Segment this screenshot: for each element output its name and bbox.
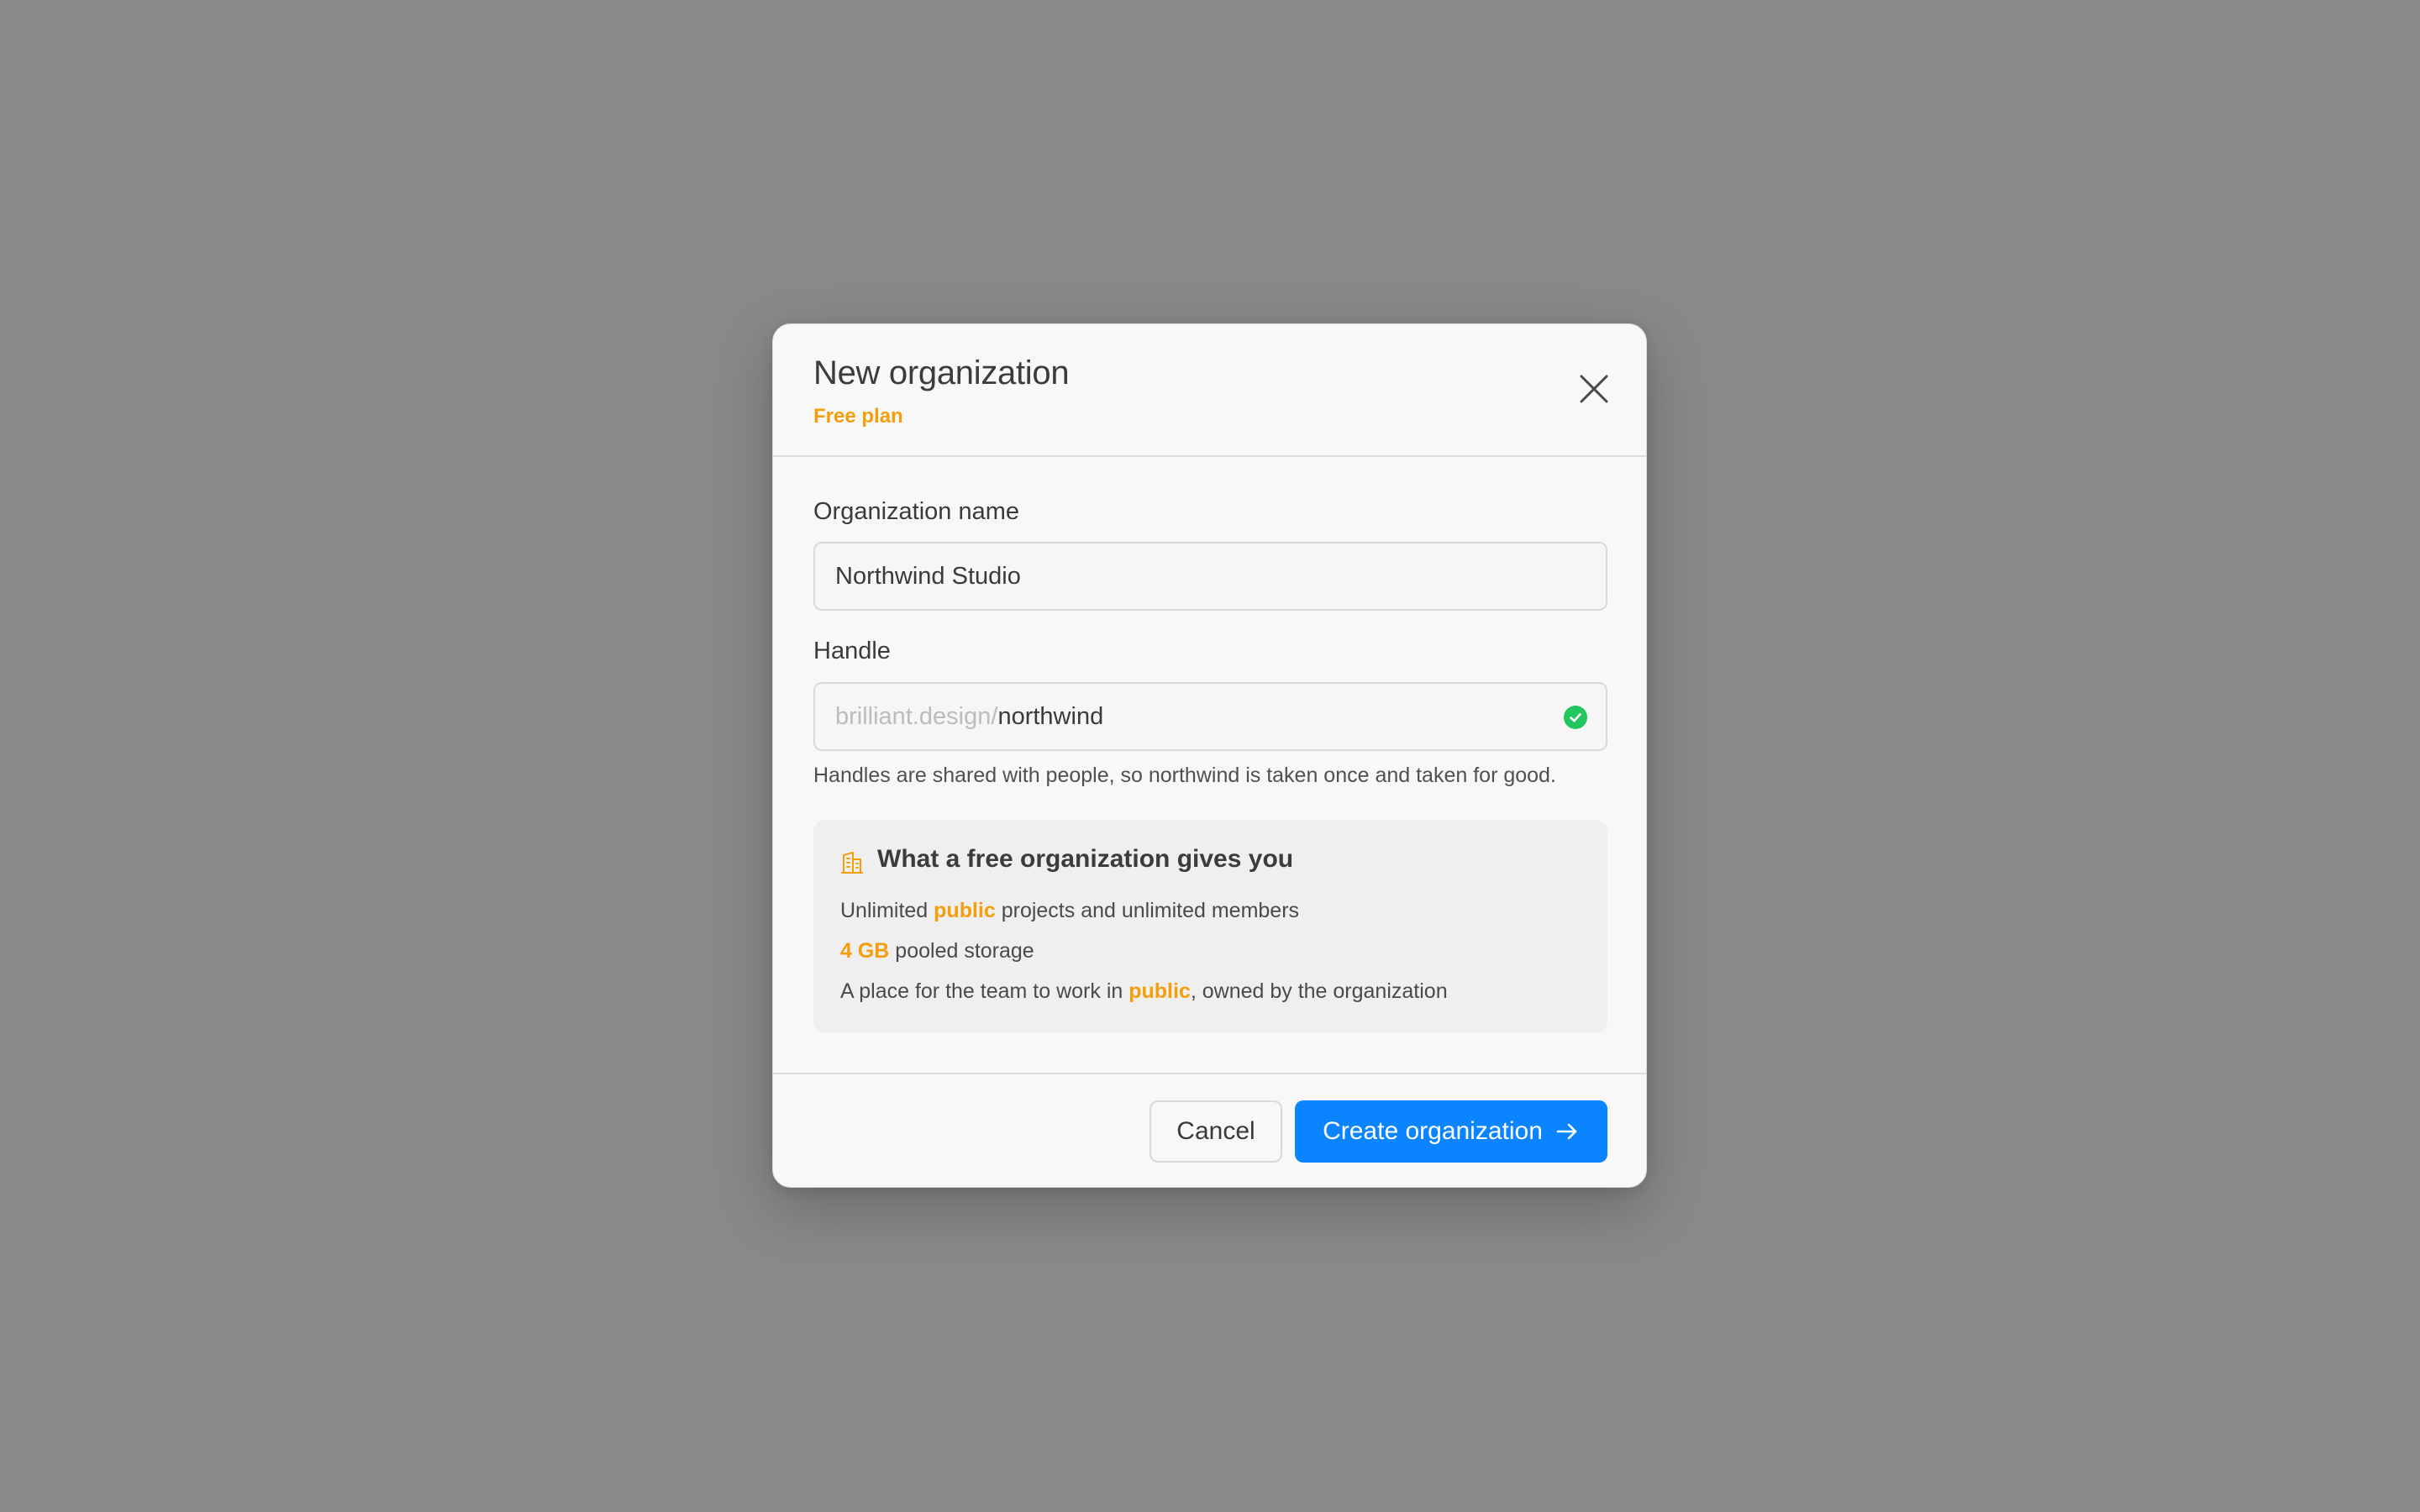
cancel-button-label: Cancel [1176,1117,1255,1145]
handle-hint: Handles are shared with people, so north… [813,764,1556,787]
info-line-text: A place for the team to work in [840,979,1129,1003]
org-name-label: Organization name [813,498,1020,525]
info-line-text: pooled storage [889,939,1034,963]
create-button-label: Create organization [1323,1117,1543,1145]
close-button[interactable] [1573,368,1615,410]
dialog-title: New organization [813,354,1070,391]
info-line-highlight: 4 GB [840,939,890,963]
info-title: What a free organization gives you [877,845,1294,873]
org-name-value: Northwind Studio [835,562,1021,590]
cancel-button[interactable]: Cancel [1150,1100,1282,1163]
info-line-text: projects and unlimited members [995,899,1300,922]
plan-label: Free plan [813,405,903,428]
info-line: Unlimited public projects and unlimited … [840,899,1299,923]
org-name-input[interactable]: Northwind Studio [813,542,1607,611]
info-line-text: Unlimited [840,899,934,922]
info-line: 4 GB pooled storage [840,939,1034,963]
info-line-highlight: public [1128,979,1191,1003]
dialog-footer: Cancel Create organization [773,1073,1646,1187]
handle-value: northwind [997,702,1104,730]
close-icon [1580,375,1608,403]
info-line: A place for the team to work in public, … [840,979,1448,1004]
free-plan-info-card: What a free organization gives you Unlim… [813,820,1607,1033]
info-line-highlight: public [934,899,996,922]
handle-input[interactable]: brilliant.design/northwind [813,682,1607,751]
handle-label: Handle [813,638,891,664]
arrow-right-icon [1556,1123,1577,1140]
info-line-text: , owned by the organization [1190,979,1448,1003]
handle-prefix: brilliant.design/ [835,702,998,730]
check-circle-icon [1564,706,1587,729]
new-organization-dialog: New organization Free plan Organization … [772,323,1647,1188]
building-icon [841,852,863,874]
dialog-header: New organization Free plan [773,324,1646,457]
create-organization-button[interactable]: Create organization [1295,1100,1607,1163]
